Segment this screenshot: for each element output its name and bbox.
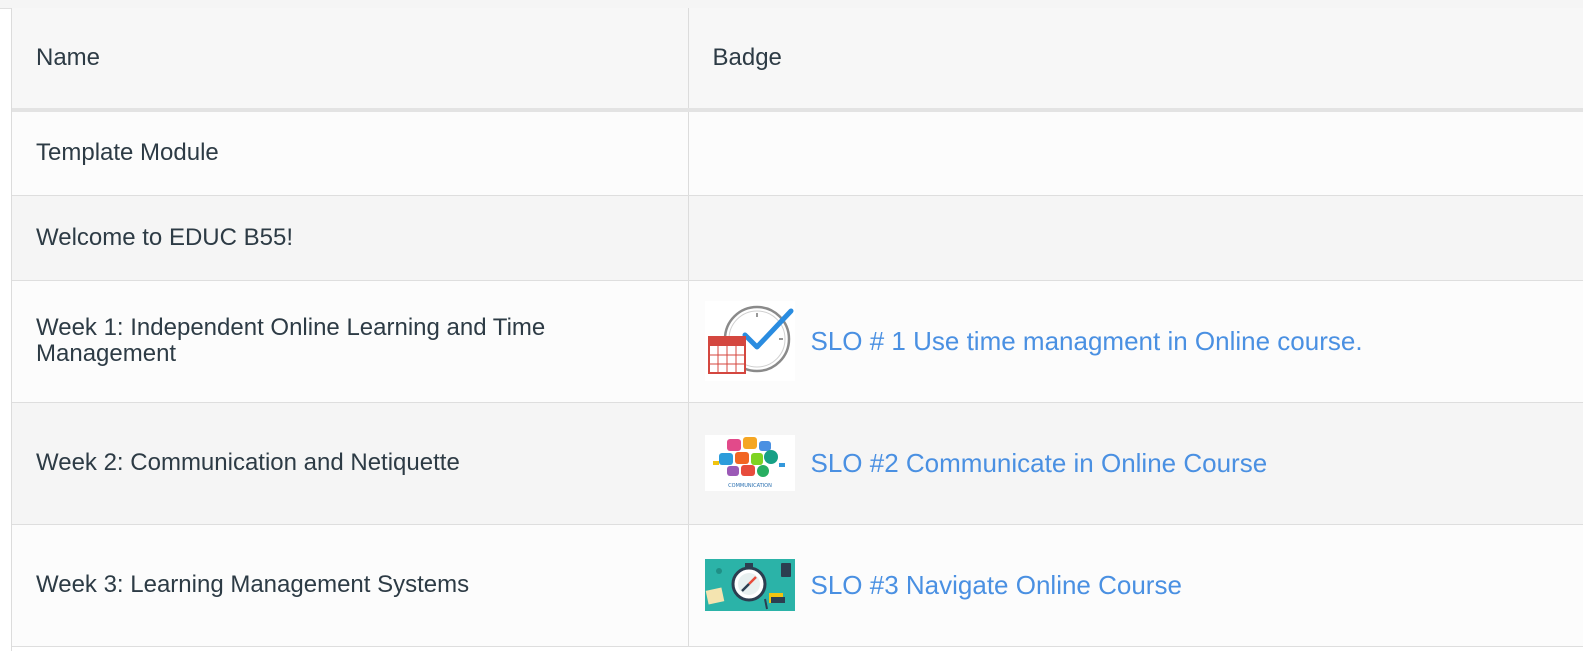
module-name: Template Module	[36, 139, 219, 167]
table-row: Template Module	[12, 110, 1583, 196]
badge-link-slo-2[interactable]: SLO #2 Communicate in Online Course	[811, 448, 1268, 479]
table-row: Week 1: Independent Online Learning and …	[12, 280, 1583, 403]
column-header-badge[interactable]: Badge	[687, 8, 1583, 112]
module-name-cell: Template Module	[12, 110, 688, 196]
module-name: Welcome to EDUC B55!	[36, 223, 293, 251]
clock-calendar-icon	[704, 301, 795, 381]
communication-icon: COMMUNICATION	[704, 435, 795, 491]
modules-table: Name Badge Template Module Welcome to ED…	[12, 8, 1583, 647]
badge-link-slo-1[interactable]: SLO # 1 Use time managment in Online cou…	[811, 326, 1363, 357]
module-name: Week 1: Independent Online Learning and …	[36, 314, 546, 367]
badge-link-slo-3[interactable]: SLO #3 Navigate Online Course	[811, 570, 1182, 601]
module-name-cell: Welcome to EDUC B55!	[12, 195, 688, 281]
badge-cell: SLO # 1 Use time managment in Online cou…	[687, 280, 1583, 403]
table-header-row: Name Badge	[12, 8, 1583, 112]
table-row: Week 2: Communication and Netiquette COM…	[12, 402, 1583, 525]
table-row: Week 3: Learning Management Systems SLO …	[12, 524, 1583, 647]
modules-table-container: Name Badge Template Module Welcome to ED…	[11, 8, 1583, 651]
table-row: Welcome to EDUC B55!	[12, 195, 1583, 281]
communication-caption: COMMUNICATION	[728, 483, 772, 489]
badge-cell-empty	[687, 110, 1583, 196]
compass-desk-icon	[704, 559, 795, 611]
module-name-cell: Week 1: Independent Online Learning and …	[12, 280, 688, 403]
badge-cell: SLO #3 Navigate Online Course	[687, 524, 1583, 647]
column-header-name[interactable]: Name	[12, 8, 688, 112]
module-name: Week 2: Communication and Netiquette	[36, 449, 460, 476]
badge-cell: COMMUNICATION SLO #2 Communicate in Onli…	[687, 402, 1583, 525]
module-name-cell: Week 3: Learning Management Systems	[12, 524, 688, 647]
module-name-cell: Week 2: Communication and Netiquette	[12, 402, 688, 525]
badge-cell-empty	[687, 195, 1583, 281]
module-name: Week 3: Learning Management Systems	[36, 571, 470, 598]
